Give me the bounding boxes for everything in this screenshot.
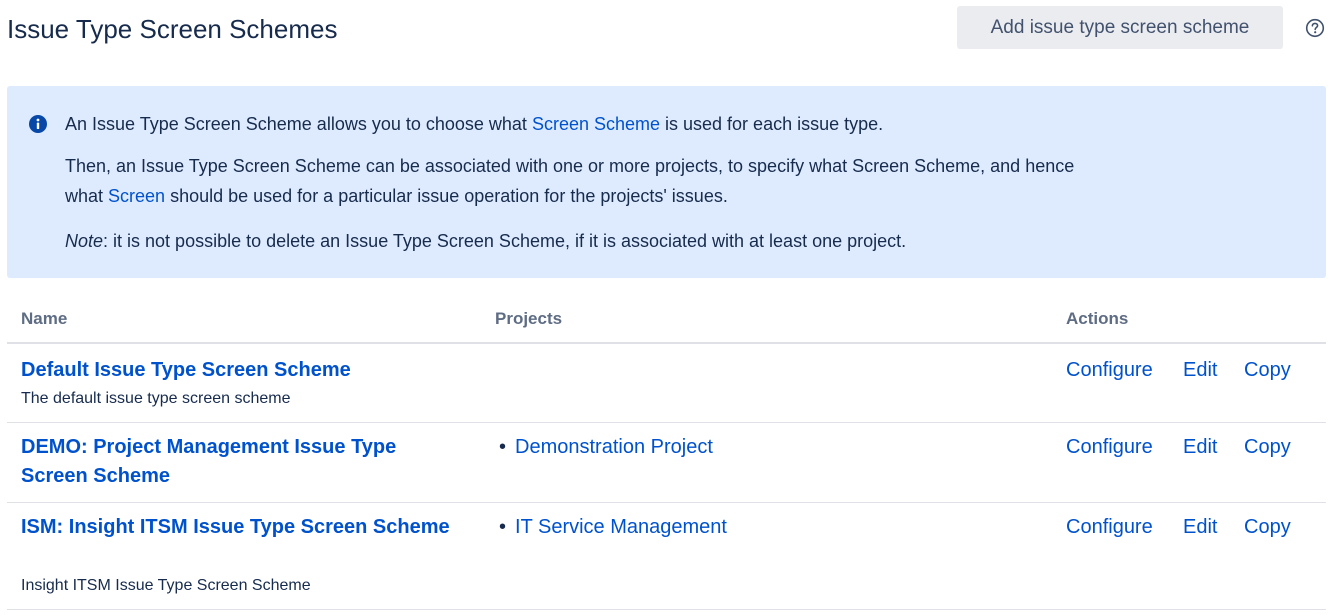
info-circle-icon: [28, 114, 48, 134]
bullet-glyph: •: [499, 516, 506, 538]
note-label: Note: [65, 231, 103, 251]
scheme-name-link[interactable]: ISM: Insight ITSM Issue Type Screen Sche…: [21, 513, 451, 542]
question-circle-icon[interactable]: [1305, 18, 1325, 38]
info-line-1: An Issue Type Screen Scheme allows you t…: [65, 110, 883, 139]
scheme-name-link[interactable]: DEMO: Project Management Issue Type Scre…: [21, 433, 451, 491]
table-header: Name Projects Actions: [7, 304, 1326, 344]
copy-link[interactable]: Copy: [1244, 356, 1291, 385]
configure-link[interactable]: Configure: [1066, 513, 1153, 542]
edit-link[interactable]: Edit: [1183, 356, 1217, 385]
project-link[interactable]: Demonstration Project: [515, 436, 713, 458]
project-link[interactable]: IT Service Management: [515, 516, 727, 538]
project-list-item: • Demonstration Project: [499, 433, 713, 462]
copy-link[interactable]: Copy: [1244, 433, 1291, 462]
scheme-name-link[interactable]: Default Issue Type Screen Scheme: [21, 356, 451, 385]
info-line-3: what Screen should be used for a particu…: [65, 182, 728, 211]
info-text: should be used for a particular issue op…: [165, 186, 728, 206]
page-title: Issue Type Screen Schemes: [7, 12, 337, 46]
project-list-item: • IT Service Management: [499, 513, 727, 542]
info-message: An Issue Type Screen Scheme allows you t…: [7, 86, 1326, 278]
table-row: ISM: Insight ITSM Issue Type Screen Sche…: [7, 503, 1326, 610]
screen-scheme-link[interactable]: Screen Scheme: [532, 114, 660, 134]
note-text: : it is not possible to delete an Issue …: [103, 231, 906, 251]
column-header-actions: Actions: [1066, 309, 1128, 329]
info-text: is used for each issue type.: [660, 114, 883, 134]
bullet-glyph: •: [499, 436, 506, 458]
copy-link[interactable]: Copy: [1244, 513, 1291, 542]
add-issue-type-screen-scheme-button[interactable]: Add issue type screen scheme: [957, 6, 1283, 49]
column-header-name: Name: [21, 309, 67, 329]
table-row: DEMO: Project Management Issue Type Scre…: [7, 423, 1326, 503]
edit-link[interactable]: Edit: [1183, 513, 1217, 542]
info-text: An Issue Type Screen Scheme allows you t…: [65, 114, 532, 134]
info-note: Note: it is not possible to delete an Is…: [65, 227, 906, 256]
edit-link[interactable]: Edit: [1183, 433, 1217, 462]
info-line-2: Then, an Issue Type Screen Scheme can be…: [65, 152, 1074, 181]
configure-link[interactable]: Configure: [1066, 356, 1153, 385]
column-header-projects: Projects: [495, 309, 562, 329]
table-row: Default Issue Type Screen Scheme The def…: [7, 344, 1326, 423]
scheme-description: Insight ITSM Issue Type Screen Scheme: [21, 576, 311, 596]
configure-link[interactable]: Configure: [1066, 433, 1153, 462]
scheme-description: The default issue type screen scheme: [21, 389, 290, 409]
screen-link[interactable]: Screen: [108, 186, 165, 206]
info-text: what: [65, 186, 108, 206]
